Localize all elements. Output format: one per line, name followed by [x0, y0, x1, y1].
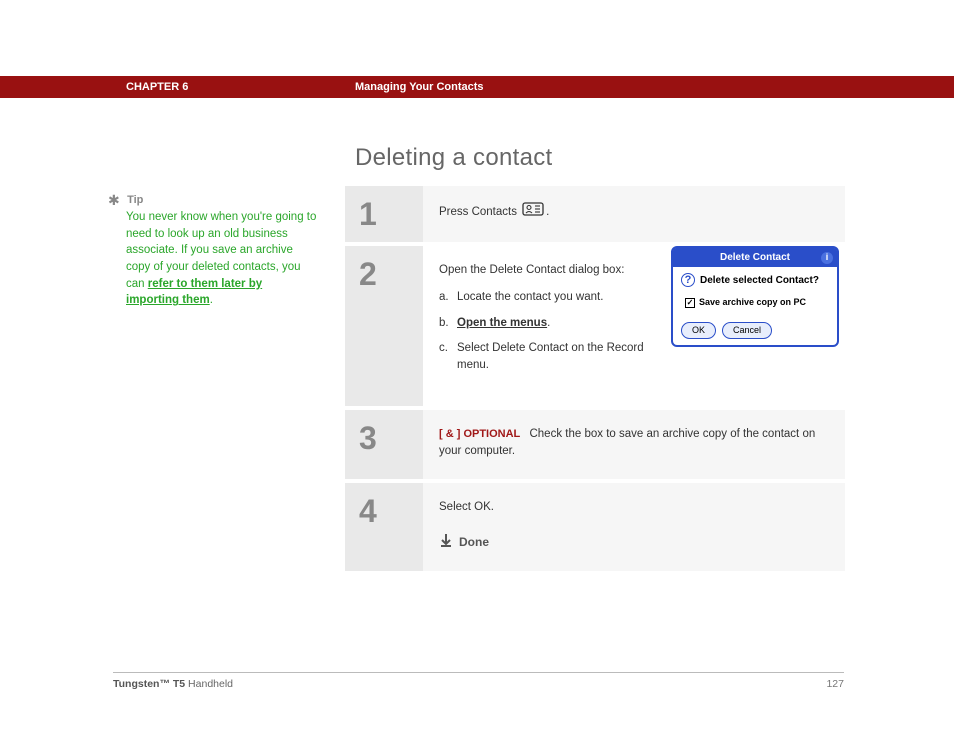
step-body: [ & ] OPTIONAL Check the box to save an … [423, 410, 845, 479]
sub-letter: b. [439, 315, 449, 332]
page-title: Deleting a contact [355, 144, 553, 172]
sub-text: Select Delete Contact on the Record menu… [457, 342, 644, 371]
contacts-icon [522, 202, 544, 222]
dialog-title: Delete Contact [720, 250, 790, 265]
step-number-cell: 4 [345, 483, 423, 571]
step-number: 1 [359, 198, 409, 230]
dialog-message: Delete selected Contact? [700, 273, 819, 288]
step4-text: Select OK. [439, 499, 829, 516]
sub-item: a. Locate the contact you want. [439, 289, 655, 306]
step-number-cell: 1 [345, 186, 423, 242]
step-body: Press Contacts . [423, 186, 845, 242]
page-footer: Tungsten™ T5 Handheld 127 [113, 678, 844, 690]
step2-sublist: a. Locate the contact you want. b. Open … [439, 289, 655, 374]
checkbox-label: Save archive copy on PC [699, 296, 806, 310]
dialog-titlebar: Delete Contact i [673, 248, 837, 267]
done-arrow-icon [439, 532, 453, 553]
step-number-cell: 2 [345, 246, 423, 406]
cancel-button[interactable]: Cancel [722, 322, 772, 340]
done-label: Done [459, 533, 489, 551]
dialog-message-row: ? Delete selected Contact? [681, 273, 829, 288]
step1-text-before: Press Contacts [439, 206, 520, 218]
product-rest: Handheld [185, 678, 233, 690]
tip-sidebar: ✱ Tip You never know when you're going t… [108, 192, 318, 309]
chapter-title: Managing Your Contacts [355, 81, 484, 93]
sub-letter: c. [439, 340, 448, 357]
step-row: 2 Open the Delete Contact dialog box: a.… [345, 246, 845, 406]
tip-star-icon: ✱ [108, 192, 120, 209]
archive-checkbox-row[interactable]: ✓ Save archive copy on PC [685, 296, 829, 310]
step-row: 4 Select OK. Done [345, 483, 845, 571]
page-number: 127 [826, 678, 844, 690]
dialog-buttons: OK Cancel [673, 322, 837, 346]
sub-item: c. Select Delete Contact on the Record m… [439, 340, 655, 375]
sub-item: b. Open the menus. [439, 315, 655, 332]
step-row: 3 [ & ] OPTIONAL Check the box to save a… [345, 410, 845, 479]
step2-intro: Open the Delete Contact dialog box: [439, 262, 655, 279]
sub-text: Locate the contact you want. [457, 291, 603, 303]
info-icon[interactable]: i [821, 252, 833, 264]
checkbox-icon[interactable]: ✓ [685, 298, 695, 308]
step-body: Select OK. Done [423, 483, 845, 571]
ok-button[interactable]: OK [681, 322, 716, 340]
question-icon: ? [681, 273, 695, 287]
tip-label: Tip [127, 194, 143, 206]
product-name: Tungsten™ T5 Handheld [113, 678, 233, 690]
tip-body: You never know when you're going to need… [126, 209, 318, 309]
step-number-cell: 3 [345, 410, 423, 479]
tip-text-suffix: . [210, 294, 213, 306]
chapter-number: CHAPTER 6 [126, 81, 188, 93]
product-bold: Tungsten™ T5 [113, 678, 185, 690]
done-row: Done [439, 532, 829, 553]
footer-divider [113, 672, 844, 673]
dialog-body: ? Delete selected Contact? ✓ Save archiv… [673, 267, 837, 322]
step-number: 2 [359, 258, 409, 290]
sub-letter: a. [439, 289, 449, 306]
delete-contact-dialog: Delete Contact i ? Delete selected Conta… [671, 246, 839, 347]
steps-list: 1 Press Contacts . 2 Open the Delete Con… [345, 186, 845, 575]
step-number: 4 [359, 495, 409, 527]
sub-suffix: . [547, 317, 550, 329]
step-number: 3 [359, 422, 409, 454]
open-menus-link[interactable]: Open the menus [457, 317, 547, 329]
step1-text-after: . [546, 206, 549, 218]
step-row: 1 Press Contacts . [345, 186, 845, 242]
step-body: Open the Delete Contact dialog box: a. L… [423, 246, 845, 406]
chapter-header: CHAPTER 6 Managing Your Contacts [0, 76, 954, 98]
optional-tag: [ & ] OPTIONAL [439, 428, 520, 440]
